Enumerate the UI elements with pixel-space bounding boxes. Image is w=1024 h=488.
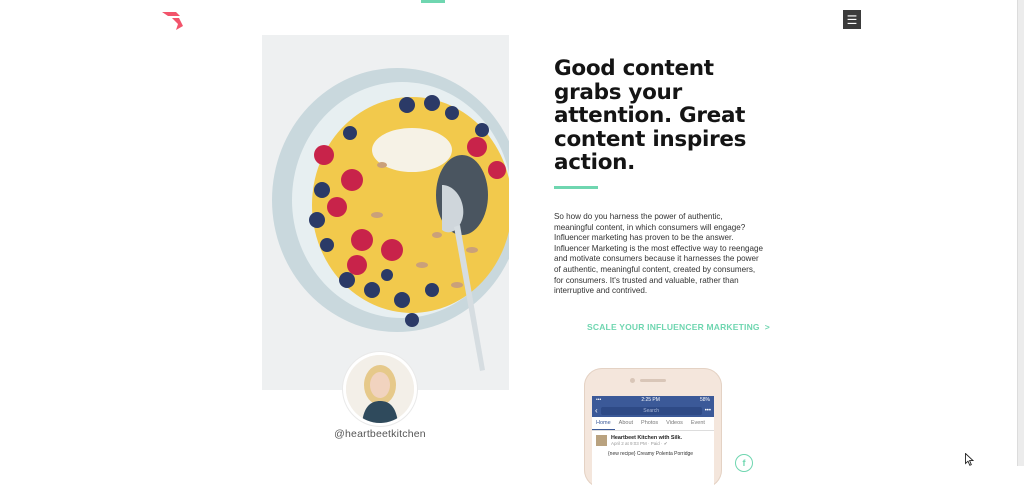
mouse-cursor-icon [965, 453, 974, 466]
status-signal-icon: ••• [596, 397, 602, 403]
brand-logo[interactable] [162, 12, 184, 30]
post-avatar [596, 435, 607, 446]
hero-body-text: So how do you harness the power of authe… [554, 212, 764, 296]
facebook-page-tabs: Home About Photos Videos Event [592, 417, 714, 431]
hamburger-menu-button[interactable]: ☰ [843, 10, 861, 29]
hamburger-icon: ☰ [846, 12, 858, 27]
camera-dot [630, 378, 635, 383]
facebook-top-bar: ‹ Search ••• [592, 404, 714, 417]
accent-divider [554, 186, 598, 189]
post-meta: April 2 at 9:03 PM · Paid · ✔ [611, 441, 668, 446]
window-edge [1017, 0, 1024, 466]
facebook-search: Search [600, 406, 702, 415]
search-placeholder: Search [643, 407, 660, 414]
post-text: {new recipe} Creamy Polenta Porridge [608, 451, 694, 457]
scale-influencer-marketing-link[interactable]: SCALE YOUR INFLUENCER MARKETING > [587, 322, 770, 332]
cta-label: SCALE YOUR INFLUENCER MARKETING [587, 322, 760, 332]
page-headline: Good content grabs your attention. Great… [554, 56, 747, 175]
facebook-post-header: Heartbeet Kitchen with Silk. April 2 at … [592, 431, 714, 451]
tab-about: About [618, 420, 634, 426]
tab-videos: Videos [666, 420, 683, 426]
more-dots-icon: ••• [704, 407, 711, 414]
influencer-avatar[interactable] [343, 352, 417, 426]
phone-speaker [640, 379, 666, 382]
phone-status-bar: ••• 2:25 PM 58% [592, 396, 714, 404]
phone-screen: ••• 2:25 PM 58% ‹ Search ••• Home About … [592, 396, 714, 488]
status-time: 2:25 PM [641, 397, 660, 403]
status-battery: 58% [699, 397, 710, 403]
tab-events: Event [690, 420, 705, 426]
tab-home: Home [592, 417, 615, 430]
chevron-right-icon: > [764, 322, 770, 332]
facebook-icon[interactable]: f [735, 454, 753, 472]
tab-photos: Photos [641, 420, 659, 426]
influencer-handle: @heartbeetkitchen [334, 428, 426, 440]
back-arrow-icon: ‹ [595, 406, 598, 415]
top-accent-line [421, 0, 445, 3]
hero-food-photo [262, 35, 509, 390]
phone-mockup: ••• 2:25 PM 58% ‹ Search ••• Home About … [584, 368, 722, 488]
